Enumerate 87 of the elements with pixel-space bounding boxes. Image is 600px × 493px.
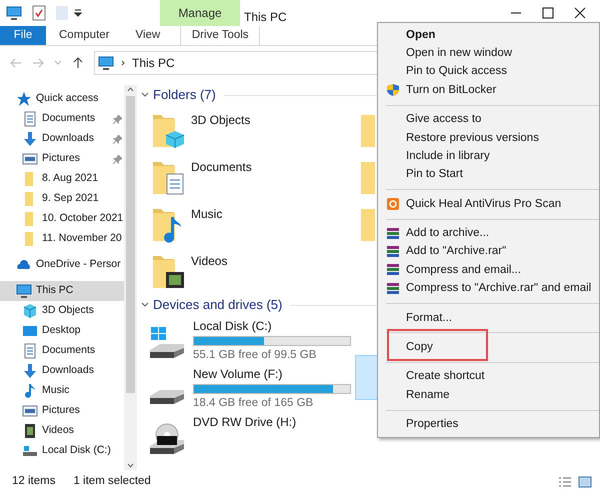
download-arrow-icon: [22, 363, 38, 379]
menu-item[interactable]: Turn on BitLocker: [378, 81, 599, 100]
sidebar-item[interactable]: Pictures: [0, 149, 124, 169]
properties-icon[interactable]: [32, 5, 46, 21]
sidebar-item[interactable]: Downloads: [0, 361, 124, 381]
cube-icon: [22, 303, 38, 319]
ribbon-tab[interactable]: Computer: [46, 26, 122, 45]
folder-tile[interactable]: Music: [141, 203, 351, 243]
sidebar-item[interactable]: Music: [0, 381, 124, 401]
section-header[interactable]: Folders (7): [153, 85, 216, 105]
sidebar-item[interactable]: This PC: [0, 281, 124, 301]
menu-item[interactable]: Properties: [378, 416, 599, 434]
menu-item[interactable]: Quick Heal AntiVirus Pro Scan: [378, 195, 599, 214]
menu-item[interactable]: Compress to "Archive.rar" and email: [378, 280, 599, 298]
books-icon: [386, 263, 400, 278]
chevron-down-icon[interactable]: [141, 91, 149, 99]
scroll-thumb[interactable]: [126, 96, 135, 393]
close-icon[interactable]: [574, 7, 586, 19]
ribbon-tab[interactable]: File: [0, 26, 46, 45]
picture-icon: [22, 151, 38, 167]
scroll-up-icon[interactable]: [127, 87, 134, 92]
books-icon: [386, 245, 400, 260]
sidebar-item[interactable]: Desktop: [0, 321, 124, 341]
sidebar-item[interactable]: Quick access: [0, 89, 124, 109]
item-count: 12 items: [12, 474, 56, 489]
menu-item[interactable]: Copy: [378, 338, 599, 357]
sidebar-item[interactable]: 3D Objects: [0, 301, 124, 321]
up-arrow-icon[interactable]: [72, 56, 84, 68]
hard-drive-icon: [147, 389, 187, 405]
sidebar-item[interactable]: Local Disk (C:): [0, 441, 124, 461]
details-view-icon[interactable]: [558, 476, 572, 488]
books-icon: [386, 226, 400, 241]
chevron-right-icon: [120, 60, 126, 66]
sidebar-item[interactable]: Documents: [0, 341, 124, 361]
monitor-icon: [16, 283, 32, 299]
window-title: This PC: [243, 9, 287, 26]
menu-item[interactable]: Format...: [378, 309, 599, 328]
folder-tile[interactable]: 3D Objects: [141, 109, 351, 149]
download-arrow-icon: [22, 131, 38, 147]
menu-item[interactable]: Create shortcut: [378, 368, 599, 386]
menu-item[interactable]: Give access to: [378, 110, 599, 129]
monitor-icon: [6, 5, 22, 21]
menu-item[interactable]: Rename: [378, 386, 599, 405]
drive-tile[interactable]: New Volume (F:) 18.4 GB free of 165 GB: [141, 365, 353, 412]
menu-item[interactable]: Include in library: [378, 147, 599, 166]
sidebar-item[interactable]: 8. Aug 2021: [0, 169, 124, 189]
drive-tile[interactable]: DVD RW Drive (H:): [141, 413, 353, 459]
star-icon: [16, 91, 32, 107]
sidebar-item[interactable]: 10. October 2021: [0, 209, 124, 229]
shield-icon: [386, 83, 400, 98]
section-header[interactable]: Devices and drives (5): [153, 295, 282, 315]
menu-item[interactable]: Pin to Start: [378, 166, 599, 184]
sidebar-item[interactable]: Videos: [0, 421, 124, 441]
document-icon: [22, 343, 38, 359]
maximize-icon[interactable]: [542, 7, 554, 19]
sidebar-item[interactable]: Pictures: [0, 401, 124, 421]
selection-count: 1 item selected: [73, 474, 151, 489]
chevron-down-icon[interactable]: [141, 301, 149, 309]
sidebar-item[interactable]: OneDrive - Persor: [0, 255, 124, 275]
scroll-down-icon[interactable]: [127, 463, 134, 468]
scrollbar[interactable]: [124, 85, 137, 470]
menu-item[interactable]: Compress and email...: [378, 261, 599, 280]
ribbon-tab[interactable]: Drive Tools: [180, 26, 260, 45]
context-tab-header: Manage: [160, 0, 240, 26]
drive-icon: [22, 443, 38, 459]
sidebar-item[interactable]: Downloads: [0, 129, 124, 149]
drive-tile[interactable]: Local Disk (C:) 55.1 GB free of 99.5 GB: [141, 317, 353, 364]
sidebar-item[interactable]: Documents: [0, 109, 124, 129]
menu-item[interactable]: Add to archive...: [378, 224, 599, 243]
picture-icon: [22, 403, 38, 419]
ribbon-tab[interactable]: View: [122, 26, 174, 45]
menu-item[interactable]: Restore previous versions: [378, 128, 599, 148]
folder-tile[interactable]: Videos: [141, 250, 351, 290]
desktop-icon: [22, 323, 38, 339]
document-icon: [22, 111, 38, 127]
menu-item[interactable]: Open: [378, 26, 599, 44]
books-icon: [386, 282, 400, 296]
film-icon: [22, 423, 38, 439]
sidebar-item[interactable]: 11. November 20: [0, 229, 124, 249]
antivirus-icon: [386, 197, 400, 212]
menu-item[interactable]: Add to "Archive.rar": [378, 242, 599, 262]
monitor-icon: [98, 54, 114, 70]
address-path: This PC: [132, 54, 175, 72]
folder-tile[interactable]: Documents: [141, 156, 351, 196]
sidebar-item[interactable]: 9. Sep 2021: [0, 189, 124, 209]
dropdown-icon[interactable]: [74, 9, 82, 17]
large-icons-view-icon[interactable]: [578, 476, 592, 488]
